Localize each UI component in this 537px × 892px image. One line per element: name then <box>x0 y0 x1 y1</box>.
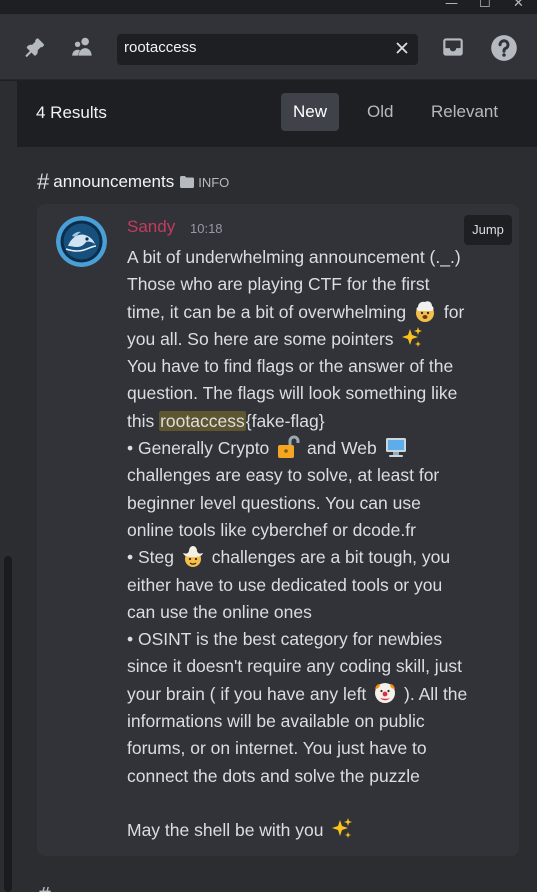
members-icon[interactable] <box>70 34 96 60</box>
close-window-button[interactable]: ✕ <box>513 0 524 11</box>
message-line: beginner level questions. You can use <box>127 492 421 513</box>
folder-icon <box>180 176 195 188</box>
message-line <box>127 790 507 817</box>
minimize-button[interactable]: — <box>445 0 458 11</box>
exploding-head-emoji <box>416 300 435 322</box>
message-line: informations will be available on public <box>127 711 425 732</box>
message-line: Those who are playing CTF for the first <box>127 274 430 295</box>
channel-toolbar: rootaccess <box>0 14 537 80</box>
search-match-highlight: rootaccess <box>159 410 246 431</box>
sparkles-emoji <box>332 818 353 839</box>
channel-name: announcements <box>53 172 175 191</box>
message-text: • Generally Crypto <box>127 438 270 459</box>
search-input-value: rootaccess <box>124 39 197 56</box>
message-line: • Steg challenges are a bit tough, you <box>127 544 507 571</box>
search-results-panel: 4 Results New Old Relevant # announcemen… <box>17 81 537 892</box>
message-text: challenges are a bit tough, you <box>211 547 451 568</box>
message-line: challenges are easy to solve, at least f… <box>127 465 440 486</box>
message-line: forums, or on internet. You just have to <box>127 738 427 759</box>
channel-category: INFO <box>198 174 230 190</box>
scrollbar-thumb[interactable] <box>4 556 12 892</box>
sort-tab-new[interactable]: New <box>281 93 340 131</box>
message-line: time, it can be a bit of overwhelming fo… <box>127 299 507 326</box>
help-icon[interactable] <box>490 34 517 61</box>
cowboy-emoji <box>182 546 203 568</box>
message-line: your brain ( if you have any left ). All… <box>127 681 507 708</box>
message-text: • Steg <box>127 547 174 568</box>
message-text: May the shell be with you <box>127 820 324 841</box>
avatar[interactable] <box>56 216 107 267</box>
computer-emoji <box>385 438 406 458</box>
window-titlebar: — ☐ ✕ <box>0 0 537 14</box>
message-line: can use the online ones <box>127 601 312 622</box>
message-line: online tools like cyberchef or dcode.fr <box>127 519 416 540</box>
lock-emoji <box>278 435 300 459</box>
message-line: You have to find flags or the answer of … <box>127 356 454 377</box>
message-text: {fake-flag} <box>245 410 325 431</box>
message-text: time, it can be a bit of overwhelming <box>127 301 407 322</box>
message-timestamp: 10:18 <box>190 221 223 236</box>
left-scroll-track <box>0 81 17 892</box>
message-line: since it doesn't require any coding skil… <box>127 656 463 677</box>
message-line: • Generally Crypto and Web <box>127 435 507 462</box>
results-header: 4 Results New Old Relevant <box>17 81 537 147</box>
next-result-hash-icon: # <box>37 884 52 892</box>
message-line: either have to use dedicated tools or yo… <box>127 574 443 595</box>
message-text: you all. So here are some pointers <box>127 328 394 349</box>
inbox-icon[interactable] <box>440 34 466 60</box>
message-line: question. The flags will look something … <box>127 383 458 404</box>
message-line: A bit of underwhelming announcement (._.… <box>127 247 461 267</box>
search-input[interactable]: rootaccess <box>117 34 418 65</box>
message-line: • OSINT is the best category for newbies <box>127 629 443 650</box>
sort-tab-old[interactable]: Old <box>355 93 405 131</box>
message-author[interactable]: Sandy <box>127 217 175 237</box>
message-line: connect the dots and solve the puzzle <box>127 765 420 786</box>
channel-hash-icon: # <box>37 169 50 194</box>
jump-button[interactable]: Jump <box>464 215 512 245</box>
message-text: for <box>443 301 465 322</box>
message-text: this <box>127 410 155 431</box>
message-line: this rootaccess{fake-flag} <box>127 408 507 435</box>
message-text: your brain ( if you have any left <box>127 683 367 704</box>
sort-tab-relevant[interactable]: Relevant <box>419 93 510 131</box>
message-content: A bit of underwhelming announcement (._.… <box>127 244 507 845</box>
sparkles-emoji <box>402 326 423 347</box>
result-channel-header[interactable]: # announcements INFO <box>37 169 230 194</box>
results-count: 4 Results <box>36 103 107 122</box>
message-text: ). All the <box>404 683 468 704</box>
search-result-message[interactable]: Sandy 10:18 Jump A bit of underwhelming … <box>37 204 519 856</box>
message-line: May the shell be with you <box>127 817 507 844</box>
clown-emoji <box>375 682 396 703</box>
message-text: and Web <box>307 438 377 459</box>
message-line: you all. So here are some pointers <box>127 326 507 353</box>
close-icon[interactable] <box>394 40 410 56</box>
pin-icon[interactable] <box>22 34 48 60</box>
maximize-button[interactable]: ☐ <box>479 0 491 11</box>
